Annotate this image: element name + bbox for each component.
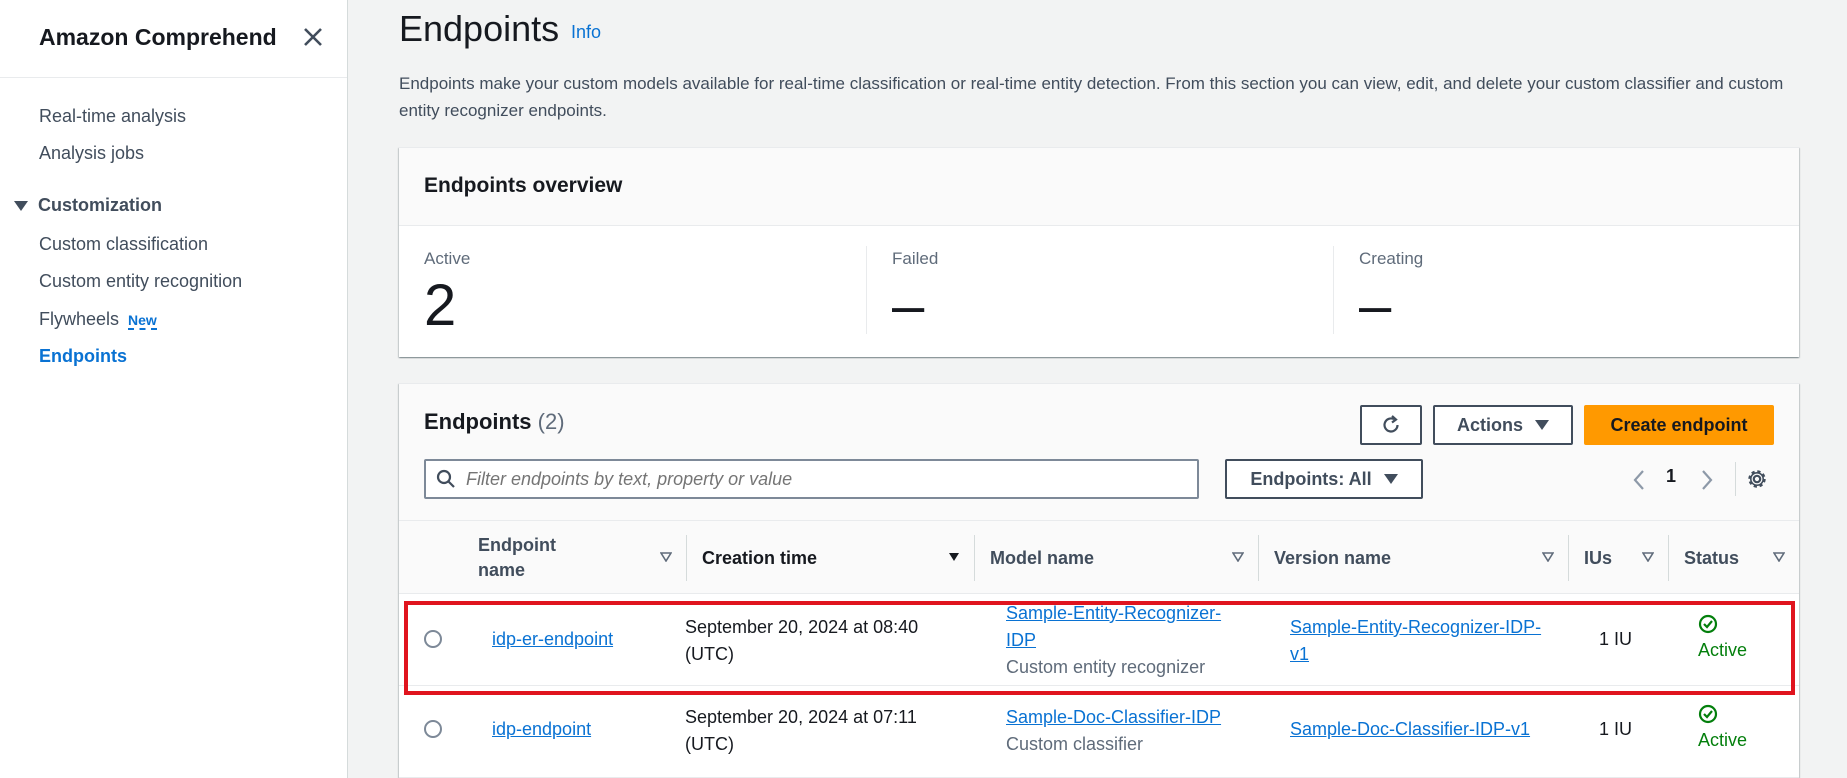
table-row[interactable]: idp-endpoint September 20, 2024 at 07:11… xyxy=(399,686,1799,778)
column-header-creation-time[interactable]: Creation time xyxy=(686,521,974,595)
column-header-model-name[interactable]: Model name xyxy=(974,521,1258,595)
caret-down-icon xyxy=(1535,420,1549,430)
search-icon xyxy=(436,469,455,488)
sidebar-item-custom-entity-recognition[interactable]: Custom entity recognition xyxy=(39,271,242,292)
overview-header: Endpoints overview xyxy=(399,148,1799,226)
refresh-button[interactable] xyxy=(1360,405,1422,445)
endpoints-overview-card: Endpoints overview Active 2 Failed – Cre… xyxy=(399,147,1799,357)
sidebar-item-analysis-jobs[interactable]: Analysis jobs xyxy=(39,143,144,164)
info-link[interactable]: Info xyxy=(571,22,601,43)
overview-title: Endpoints overview xyxy=(424,174,623,197)
stat-active: Active 2 xyxy=(399,246,866,338)
success-check-icon xyxy=(1698,614,1718,634)
creation-time-line: September 20, 2024 at 07:11 xyxy=(685,707,917,727)
ius-value: 1 IU xyxy=(1599,629,1633,649)
table-column-headers: Endpoint name Creation time Model name V… xyxy=(399,520,1799,594)
status-text: Active xyxy=(1698,730,1748,750)
create-endpoint-button[interactable]: Create endpoint xyxy=(1584,405,1774,445)
model-name-line-1: Sample-Entity-Recognizer- xyxy=(1006,603,1222,623)
row-select-radio[interactable] xyxy=(424,720,442,738)
chevron-left-icon[interactable] xyxy=(1632,469,1646,491)
sidebar-item-label: Flywheels xyxy=(39,309,120,329)
creation-time: September 20, 2024 at 07:11 (UTC) xyxy=(685,704,917,758)
table-title: Endpoints (2) xyxy=(424,409,565,435)
sort-icon xyxy=(660,552,672,562)
endpoint-name-link[interactable]: idp-er-endpoint xyxy=(492,629,613,649)
stat-failed: Failed – xyxy=(866,246,1333,338)
endpoints-table-card: Endpoints (2) Actions Create endpoint En… xyxy=(399,383,1799,778)
status-indicator: Active xyxy=(1698,704,1747,754)
version-name: Sample-Entity-Recognizer-IDP-v1 xyxy=(1290,614,1541,668)
settings-gear-icon[interactable] xyxy=(1746,468,1768,490)
page-description: Endpoints make your custom models availa… xyxy=(399,74,1784,120)
column-header-version-name[interactable]: Version name xyxy=(1258,521,1568,595)
sidebar-section-customization[interactable]: Customization xyxy=(14,195,162,216)
chevron-right-icon[interactable] xyxy=(1700,469,1714,491)
close-icon[interactable] xyxy=(300,24,326,50)
creation-time-zone: (UTC) xyxy=(685,644,734,664)
column-header-endpoint-name[interactable]: Endpoint name xyxy=(462,521,686,595)
status-indicator: Active xyxy=(1698,614,1747,664)
version-name-line-1: Sample-Entity-Recognizer-IDP- xyxy=(1290,617,1542,637)
sidebar-section-label: Customization xyxy=(38,195,162,215)
model-name-line-2: IDP xyxy=(1006,630,1037,650)
stat-label: Active xyxy=(424,249,471,268)
column-header-ius[interactable]: IUs xyxy=(1568,521,1668,595)
new-badge: New xyxy=(128,312,157,330)
table-title-text: Endpoints xyxy=(424,409,532,434)
model-name-link[interactable]: Sample-Doc-Classifier-IDP xyxy=(1006,704,1221,731)
stat-value: – xyxy=(892,273,925,338)
table-header-bar: Endpoints (2) Actions Create endpoint En… xyxy=(399,384,1799,520)
creation-time: September 20, 2024 at 08:40 (UTC) xyxy=(685,614,918,668)
version-name: Sample-Doc-Classifier-IDP-v1 xyxy=(1290,716,1530,743)
stat-value: 2 xyxy=(424,273,457,338)
sort-icon xyxy=(1542,552,1554,562)
refresh-icon xyxy=(1383,415,1399,433)
sidebar-item-custom-classification[interactable]: Custom classification xyxy=(39,234,208,255)
actions-button[interactable]: Actions xyxy=(1433,405,1573,445)
page-title: Endpoints xyxy=(399,8,560,49)
stat-label: Failed xyxy=(892,249,939,268)
pager-divider xyxy=(1735,462,1736,496)
version-name-line-2: v1 xyxy=(1290,644,1310,664)
creation-time-zone: (UTC) xyxy=(685,734,734,754)
row-select-radio[interactable] xyxy=(424,630,442,648)
endpoints-filter-select[interactable]: Endpoints: All xyxy=(1225,459,1423,499)
stat-creating: Creating – xyxy=(1333,246,1799,338)
model-type: Custom classifier xyxy=(1006,734,1144,754)
endpoint-name-link[interactable]: idp-endpoint xyxy=(492,719,591,739)
model-type: Custom entity recognizer xyxy=(1006,657,1206,677)
sidebar-header: Amazon Comprehend xyxy=(0,0,347,78)
version-name-link[interactable]: Sample-Doc-Classifier-IDP-v1 xyxy=(1290,719,1530,739)
sidebar-item-endpoints[interactable]: Endpoints xyxy=(39,346,127,367)
table-row[interactable]: idp-er-endpoint September 20, 2024 at 08… xyxy=(399,594,1799,686)
sort-descending-icon xyxy=(949,553,959,561)
sidebar-item-real-time-analysis[interactable]: Real-time analysis xyxy=(39,106,186,127)
sidebar-item-flywheels[interactable]: Flywheels New xyxy=(39,309,157,330)
actions-label: Actions xyxy=(1456,414,1523,435)
sort-icon xyxy=(1232,552,1244,562)
status-text: Active xyxy=(1698,640,1748,660)
search-field[interactable] xyxy=(424,459,1199,499)
stat-value: – xyxy=(1359,273,1392,338)
table-count: (2) xyxy=(537,409,565,434)
search-input[interactable] xyxy=(466,468,1166,490)
sort-icon xyxy=(1642,552,1654,562)
success-check-icon xyxy=(1698,704,1718,724)
sort-icon xyxy=(1773,552,1785,562)
page-number[interactable]: 1 xyxy=(1666,466,1676,487)
side-navigation: Amazon Comprehend Real-time analysis Ana… xyxy=(0,0,348,778)
caret-down-icon xyxy=(14,200,28,211)
caret-down-icon xyxy=(1383,474,1398,484)
model-name-link[interactable]: Sample-Entity-Recognizer- IDP xyxy=(1006,600,1221,654)
stat-label: Creating xyxy=(1359,249,1424,268)
filter-label: Endpoints: All xyxy=(1250,468,1372,489)
model-name: Sample-Entity-Recognizer- IDP Custom enti… xyxy=(1006,600,1221,681)
column-header-status[interactable]: Status xyxy=(1668,521,1799,595)
version-name-link[interactable]: Sample-Entity-Recognizer-IDP-v1 xyxy=(1290,614,1541,668)
sidebar-title[interactable]: Amazon Comprehend xyxy=(39,24,277,51)
ius-value: 1 IU xyxy=(1599,719,1633,739)
model-name: Sample-Doc-Classifier-IDP Custom classif… xyxy=(1006,704,1221,758)
creation-time-line: September 20, 2024 at 08:40 xyxy=(685,617,919,637)
